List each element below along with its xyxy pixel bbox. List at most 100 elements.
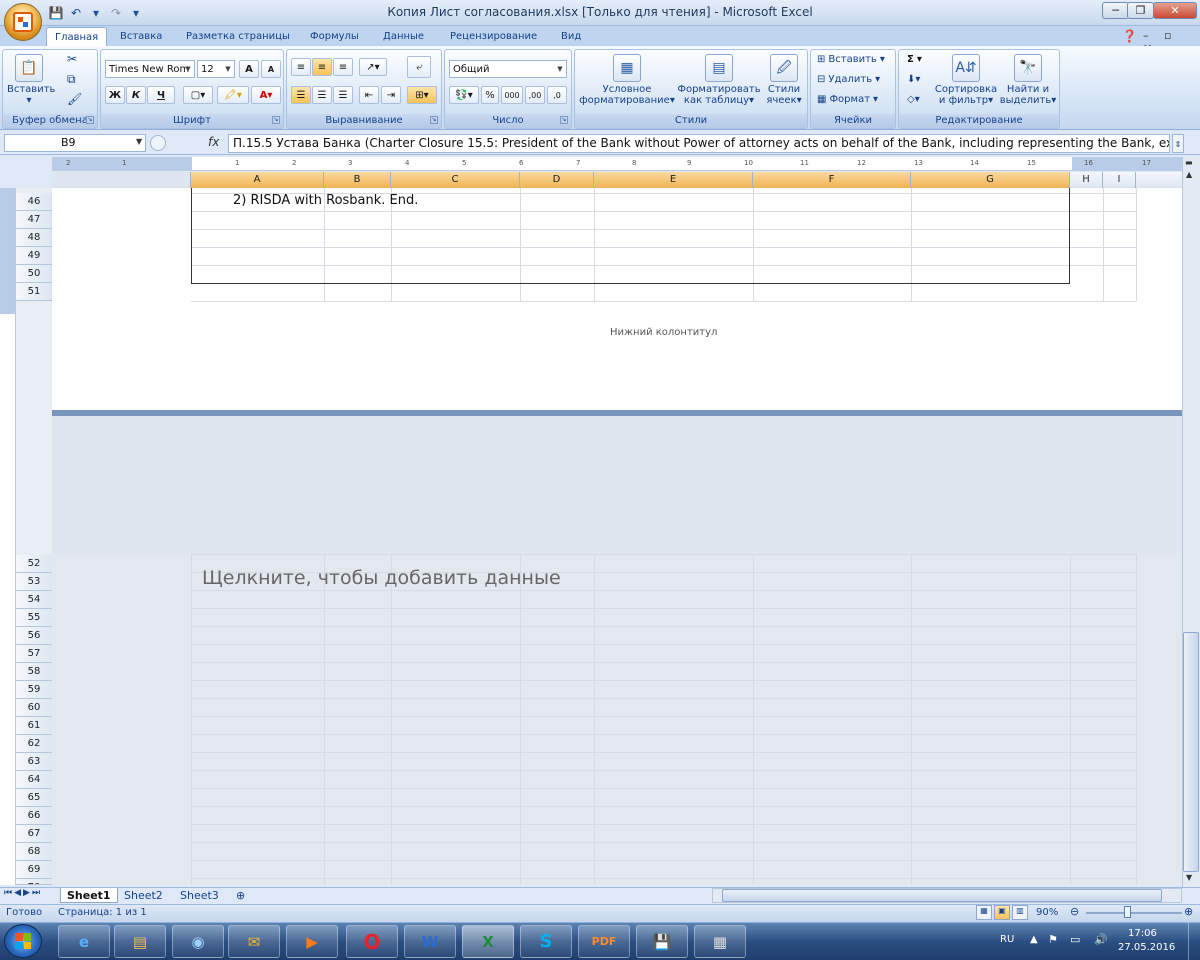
row-header[interactable]: 51 [16, 283, 52, 301]
page-layout-view-icon[interactable]: ▣ [994, 905, 1010, 920]
volume-icon[interactable]: 🔊 [1094, 933, 1108, 946]
zoom-in-icon[interactable]: ⊕ [1184, 905, 1193, 918]
scroll-up-icon[interactable]: ▲ [1186, 170, 1192, 179]
shrink-font-button[interactable]: A [261, 60, 281, 78]
delete-cells-button[interactable]: ⊟ Удалить ▾ [817, 74, 880, 85]
zoom-slider-thumb[interactable] [1124, 906, 1131, 918]
opera-icon[interactable]: O [346, 925, 398, 958]
zoom-out-icon[interactable]: ⊖ [1070, 905, 1079, 918]
scroll-down-icon[interactable]: ▼ [1186, 873, 1192, 882]
row-header[interactable]: 47 [16, 211, 52, 229]
dialog-launcher-icon[interactable]: ↘ [430, 116, 438, 124]
dialog-launcher-icon[interactable]: ↘ [272, 116, 280, 124]
italic-button[interactable]: К [126, 86, 146, 104]
find-select-button[interactable]: 🔭 Найти и выделить▾ [999, 54, 1057, 106]
underline-button[interactable]: Ч [147, 86, 175, 104]
cut-icon[interactable]: ✂ [67, 53, 77, 65]
orientation-icon[interactable]: ↗▾ [359, 58, 387, 76]
decrease-decimal-icon[interactable]: ,0 [547, 86, 567, 104]
maximize-button[interactable]: ❐ [1127, 2, 1154, 19]
internet-explorer-icon[interactable]: e [58, 925, 110, 958]
format-cells-button[interactable]: ▦ Формат ▾ [817, 94, 878, 105]
calculator-icon[interactable]: ▦ [694, 925, 746, 958]
increase-indent-icon[interactable]: ⇥ [381, 86, 401, 104]
align-center-icon[interactable]: ☰ [312, 86, 332, 104]
language-indicator[interactable]: RU [1000, 934, 1014, 945]
column-header-a[interactable]: A [191, 172, 324, 188]
file-explorer-icon[interactable]: ▤ [114, 925, 166, 958]
fill-color-icon[interactable]: 🖍▾ [217, 86, 249, 104]
format-as-table-button[interactable]: ▤ Форматировать как таблицу▾ [677, 54, 761, 106]
row-header[interactable]: 48 [16, 229, 52, 247]
network-app-icon[interactable]: ◉ [172, 925, 224, 958]
row-header[interactable]: 62 [16, 735, 52, 753]
row-header[interactable]: 54 [16, 591, 52, 609]
column-header-c[interactable]: C [391, 172, 520, 188]
row-header[interactable]: 68 [16, 843, 52, 861]
cell-a46[interactable]: 2) RISDA with Rosbank. End. [233, 193, 418, 208]
percent-button[interactable]: % [481, 86, 499, 104]
tab-data[interactable]: Данные [375, 27, 432, 46]
sheet-tab-sheet3[interactable]: Sheet3 [174, 888, 225, 903]
row-header[interactable]: 66 [16, 807, 52, 825]
select-all-corner[interactable] [52, 172, 191, 188]
tab-review[interactable]: Рецензирование [442, 27, 545, 46]
row-header[interactable]: 64 [16, 771, 52, 789]
decrease-indent-icon[interactable]: ⇤ [359, 86, 379, 104]
show-hidden-icons-icon[interactable]: ▲ [1030, 934, 1038, 945]
row-header[interactable]: 63 [16, 753, 52, 771]
clear-icon[interactable]: ◇▾ [907, 94, 920, 105]
wrap-text-icon[interactable]: ⤶ [407, 56, 431, 78]
column-header-g[interactable]: G [911, 172, 1070, 188]
page-break-view-icon[interactable]: ▥ [1012, 905, 1028, 920]
formula-scroll-icon[interactable]: ⇕ [1172, 134, 1184, 153]
column-header-b[interactable]: B [324, 172, 391, 188]
borders-icon[interactable]: ▢▾ [183, 86, 213, 104]
row-header[interactable]: 56 [16, 627, 52, 645]
format-painter-icon[interactable]: 🖌 [67, 93, 82, 105]
merge-cells-icon[interactable]: ⊞▾ [407, 86, 437, 104]
page-footer[interactable]: Нижний колонтитул [610, 327, 717, 338]
office-button[interactable] [4, 3, 42, 41]
align-right-icon[interactable]: ☰ [333, 86, 353, 104]
row-header[interactable]: 58 [16, 663, 52, 681]
row-header[interactable]: 53 [16, 573, 52, 591]
autosum-button[interactable]: Σ ▾ [907, 54, 922, 65]
row-header[interactable]: 67 [16, 825, 52, 843]
sheet-tab-sheet2[interactable]: Sheet2 [118, 888, 169, 903]
formula-input[interactable]: П.15.5 Устава Банка (Charter Closure 15.… [228, 134, 1170, 153]
tab-view[interactable]: Вид [553, 27, 589, 46]
grow-font-button[interactable]: A [239, 60, 259, 78]
fill-icon[interactable]: ⬇▾ [907, 74, 920, 85]
split-box-icon[interactable]: ▬ [1185, 158, 1193, 167]
column-header-h[interactable]: H [1070, 172, 1103, 188]
help-icon[interactable]: ❓ [1122, 29, 1137, 43]
row-header[interactable]: 65 [16, 789, 52, 807]
align-bottom-icon[interactable]: ≡ [333, 58, 353, 76]
column-header-d[interactable]: D [520, 172, 594, 188]
sort-filter-button[interactable]: A⇵ Сортировка и фильтр▾ [933, 54, 999, 106]
column-header-i[interactable]: I [1103, 172, 1136, 188]
clock-date[interactable]: 27.05.2016 [1118, 942, 1175, 953]
currency-icon[interactable]: 💱▾ [449, 86, 479, 104]
column-header-e[interactable]: E [594, 172, 753, 188]
font-name-box[interactable]: Times New Rom ▼ [105, 60, 195, 78]
media-player-icon[interactable]: ▶ [286, 925, 338, 958]
row-header[interactable]: 61 [16, 717, 52, 735]
action-center-icon[interactable]: ⚑ [1048, 933, 1058, 946]
outlook-icon[interactable]: ✉ [228, 925, 280, 958]
sheet-navigation-icons[interactable]: ⏮◀▶⏭ [4, 888, 42, 898]
clock-time[interactable]: 17:06 [1128, 928, 1157, 939]
tab-insert[interactable]: Вставка [112, 27, 170, 46]
tab-home[interactable]: Главная [46, 27, 108, 46]
tab-formulas[interactable]: Формулы [302, 27, 367, 46]
row-header[interactable]: 69 [16, 861, 52, 879]
minimize-button[interactable]: ─ [1102, 2, 1129, 19]
number-format-box[interactable]: Общий ▼ [449, 60, 567, 78]
row-header[interactable]: 70 [16, 879, 52, 885]
word-icon[interactable]: W [404, 925, 456, 958]
paste-button[interactable]: 📋 Вставить ▾ [7, 54, 55, 106]
thousands-button[interactable]: 000 [501, 86, 523, 104]
column-header-f[interactable]: F [753, 172, 911, 188]
row-header[interactable]: 59 [16, 681, 52, 699]
